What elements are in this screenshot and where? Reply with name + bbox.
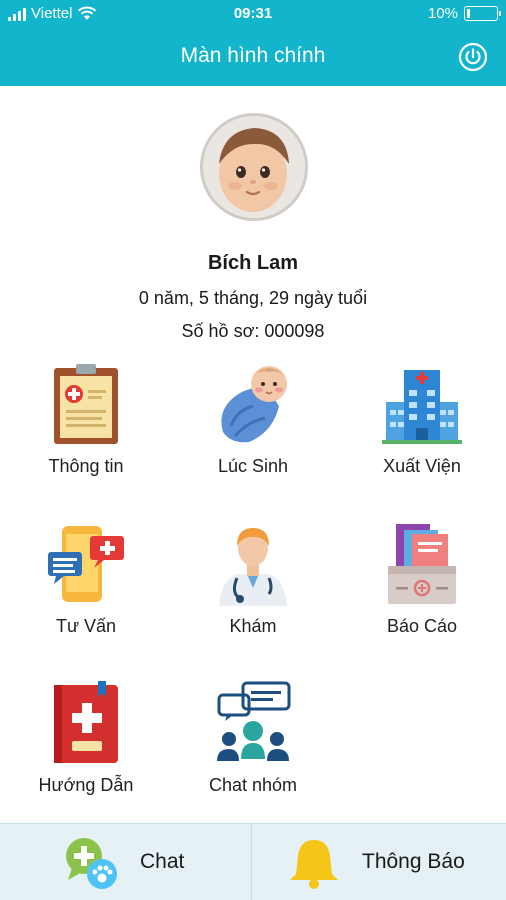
- patient-age: 0 năm, 5 tháng, 29 ngày tuổi: [138, 288, 368, 308]
- page-title: Màn hình chính: [180, 44, 326, 67]
- menu-label: Báo Cáo: [386, 616, 458, 636]
- swaddled-baby-icon: [221, 366, 287, 443]
- bottom-bar: Chat Thông Báo: [0, 823, 506, 900]
- chat-button[interactable]: Chat: [0, 824, 252, 900]
- report-box-icon: [388, 524, 456, 604]
- chat-phone-icon: [48, 526, 124, 602]
- menu-label: Hướng Dẫn: [38, 775, 134, 795]
- patient-name: Bích Lam: [207, 252, 299, 274]
- medical-book-icon: [54, 681, 118, 763]
- status-bar: Viettel 09:31 10%: [0, 0, 506, 28]
- doctor-icon: [219, 528, 287, 606]
- menu-luc-sinh[interactable]: Lúc Sinh: [169, 362, 337, 502]
- battery-percent: 10%: [427, 5, 458, 22]
- power-icon[interactable]: [458, 42, 488, 72]
- battery-level: [467, 9, 470, 18]
- menu-huong-dan[interactable]: Hướng Dẫn: [2, 681, 170, 821]
- menu-xuat-vien[interactable]: Xuất Viện: [338, 362, 506, 502]
- notification-label: Thông Báo: [362, 850, 465, 873]
- bell-icon: [290, 840, 338, 889]
- hospital-building-icon: [382, 370, 462, 444]
- clipboard-medical-icon: [54, 364, 118, 444]
- menu-label: Lúc Sinh: [217, 456, 289, 476]
- chat-bubbles-icon: [66, 838, 117, 889]
- battery-icon: [464, 6, 501, 21]
- menu-label: Chat nhóm: [208, 775, 298, 795]
- record-number: Số hồ sơ: 000098: [181, 321, 325, 341]
- menu-label: Tư Vấn: [55, 616, 117, 636]
- chat-label: Chat: [140, 850, 185, 873]
- menu-label: Thông tin: [48, 456, 124, 476]
- baby-avatar-icon: [203, 116, 305, 218]
- menu-tu-van[interactable]: Tư Vấn: [2, 522, 170, 662]
- avatar: [200, 113, 308, 221]
- menu-bao-cao[interactable]: Báo Cáo: [338, 522, 506, 662]
- group-chat-icon: [217, 681, 291, 761]
- menu-chat-nhom[interactable]: Chat nhóm: [169, 681, 337, 821]
- menu-label: Xuất Viện: [383, 456, 461, 476]
- menu-kham[interactable]: Khám: [169, 522, 337, 662]
- notification-button[interactable]: Thông Báo: [254, 824, 506, 900]
- status-right: 10%: [427, 5, 501, 22]
- menu-thong-tin[interactable]: Thông tin: [2, 362, 170, 502]
- menu-label: Khám: [229, 616, 277, 636]
- app-bar: Màn hình chính: [0, 28, 506, 86]
